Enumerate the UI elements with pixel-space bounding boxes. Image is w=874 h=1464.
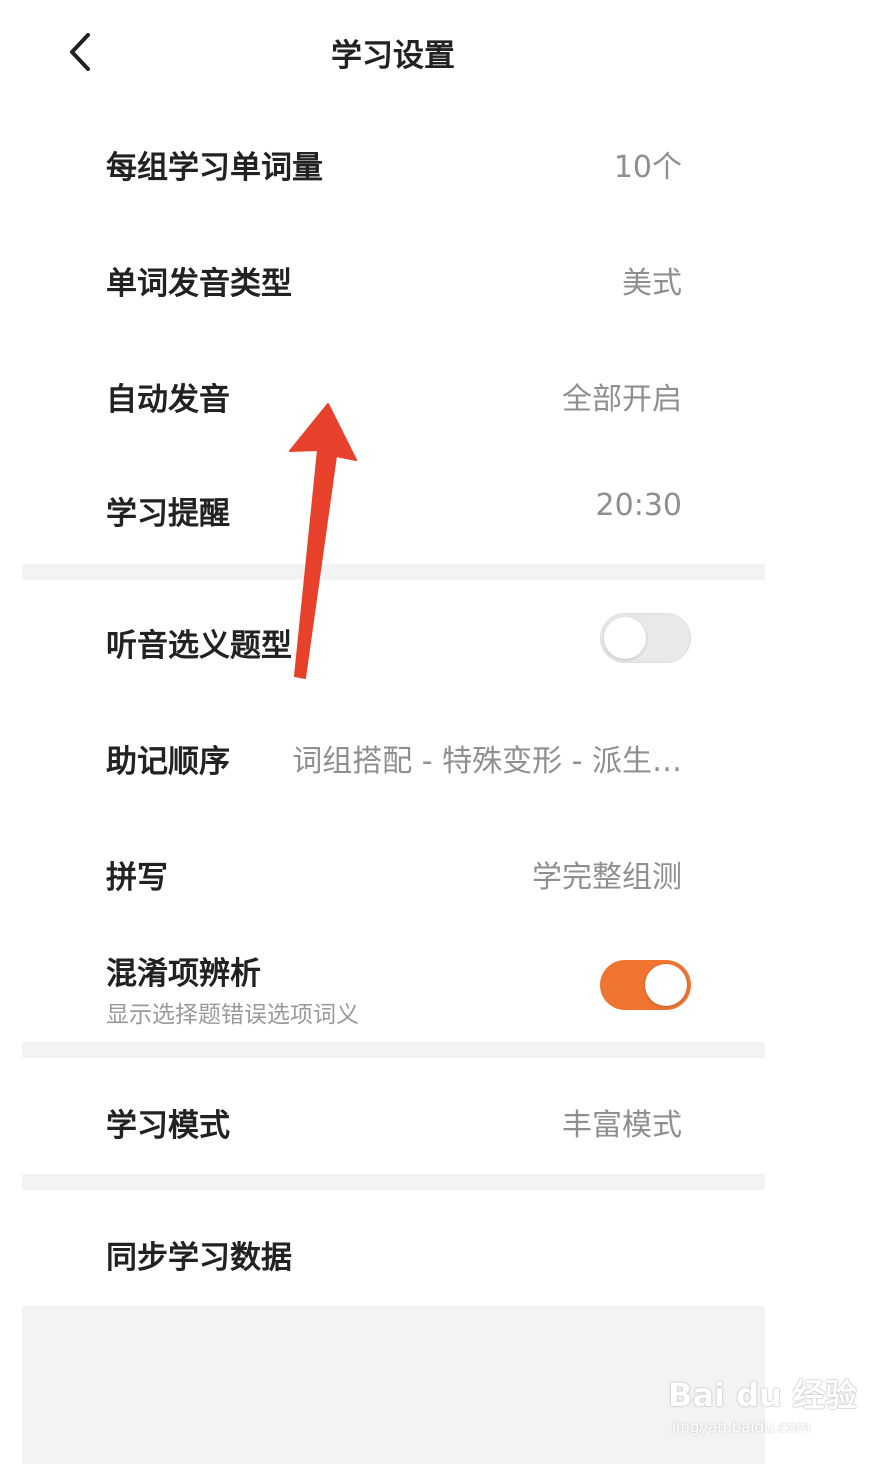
setting-value: 10个 [613,150,682,185]
setting-value: 20:30 [595,488,682,523]
section-divider [22,564,765,580]
setting-value: 美式 [622,266,682,301]
setting-pronunciation-type[interactable]: 单词发音类型 美式 [22,220,765,336]
setting-value: 丰富模式 [562,1108,682,1143]
setting-label: 拼写 [106,860,168,896]
setting-subtitle: 显示选择题错误选项词义 [106,1002,359,1028]
setting-label: 学习提醒 [106,496,230,532]
setting-study-reminder[interactable]: 学习提醒 20:30 [22,452,765,564]
watermark-url: jingyan.baidu.com [672,1418,811,1436]
bottom-gray-area [22,1306,765,1464]
setting-auto-pronounce[interactable]: 自动发音 全部开启 [22,336,765,452]
toggle-knob [604,617,646,659]
setting-words-per-group[interactable]: 每组学习单词量 10个 [22,104,765,220]
setting-label: 同步学习数据 [106,1240,292,1276]
setting-confusing-items: 混淆项辨析 显示选择题错误选项词义 [22,928,765,1042]
setting-label: 听音选义题型 [106,628,292,664]
section-divider [22,1042,765,1058]
setting-value: 词组搭配 - 特殊变形 - 派生… [292,744,682,779]
setting-study-mode[interactable]: 学习模式 丰富模式 [22,1058,765,1174]
listen-choose-meaning-toggle[interactable] [600,613,691,663]
setting-listen-choose-meaning: 听音选义题型 [22,580,765,696]
nav-bar: 学习设置 [0,0,874,104]
baidu-jingyan-watermark: Bai du 经验 jingyan.baidu.com [668,1370,857,1442]
setting-label: 混淆项辨析 [106,956,261,992]
watermark-logo-text: Bai du 经验 [668,1376,857,1414]
setting-spelling[interactable]: 拼写 学完整组测 [22,812,765,928]
page-title: 学习设置 [331,38,455,74]
setting-label: 助记顺序 [106,744,230,780]
setting-label: 每组学习单词量 [106,150,323,186]
confusing-items-toggle[interactable] [600,960,691,1010]
setting-sync-data[interactable]: 同步学习数据 [22,1190,765,1306]
setting-label: 单词发音类型 [106,266,292,302]
setting-label: 自动发音 [106,382,230,418]
setting-value: 学完整组测 [532,860,682,895]
section-divider [22,1174,765,1190]
toggle-knob [645,964,687,1006]
setting-value: 全部开启 [562,382,682,417]
setting-label: 学习模式 [106,1108,230,1144]
setting-mnemonic-order[interactable]: 助记顺序 词组搭配 - 特殊变形 - 派生… [22,696,765,812]
